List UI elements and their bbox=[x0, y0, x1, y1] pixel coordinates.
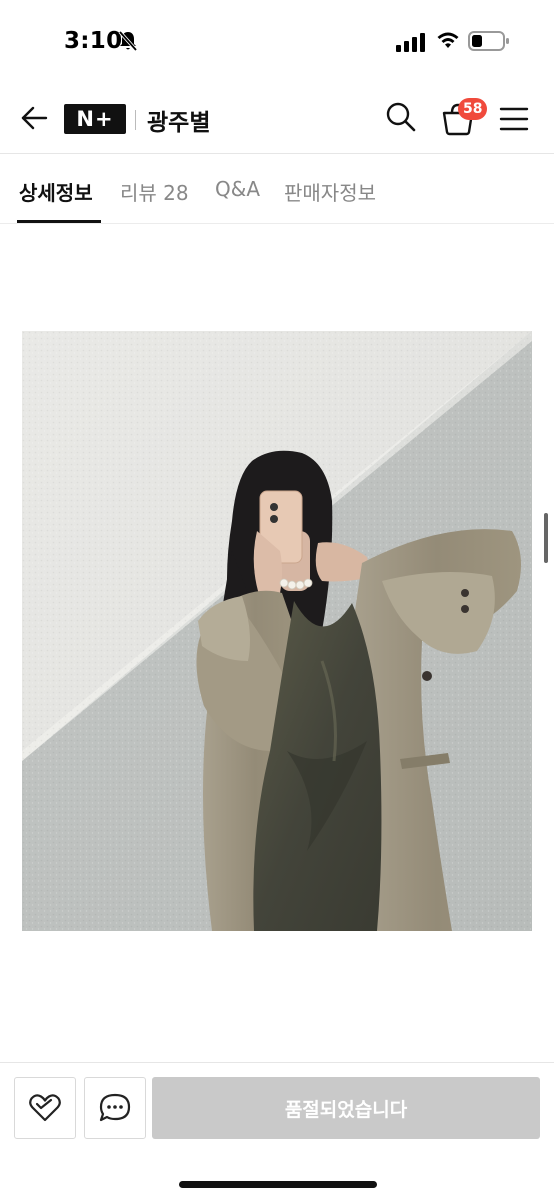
bottom-action-bar: 품절되었습니다 bbox=[0, 1062, 554, 1200]
app-header: N+ 광주별 58 bbox=[0, 82, 554, 154]
chat-icon bbox=[99, 1093, 131, 1122]
product-photo bbox=[22, 331, 532, 931]
search-icon[interactable] bbox=[384, 100, 418, 134]
wifi-icon bbox=[437, 32, 459, 48]
product-image bbox=[22, 331, 532, 931]
back-arrow-icon[interactable] bbox=[18, 102, 50, 134]
brand-logo[interactable]: N+ bbox=[64, 104, 126, 134]
chat-button[interactable] bbox=[84, 1077, 146, 1139]
tab-qna[interactable]: Q&A bbox=[215, 177, 260, 201]
tab-bar: 상세정보 리뷰 28 Q&A 판매자정보 bbox=[0, 155, 554, 224]
status-time: 3:10 bbox=[64, 28, 123, 54]
wishlist-button[interactable] bbox=[14, 1077, 76, 1139]
brand-divider bbox=[135, 110, 136, 130]
menu-icon[interactable] bbox=[498, 104, 530, 134]
store-name[interactable]: 광주별 bbox=[147, 103, 210, 137]
active-tab-indicator bbox=[17, 220, 101, 223]
cart-count-badge: 58 bbox=[458, 98, 488, 120]
heart-icon bbox=[29, 1094, 61, 1122]
bell-slash-icon bbox=[118, 30, 138, 52]
tab-reviews[interactable]: 리뷰 28 bbox=[120, 177, 189, 206]
sold-out-button: 품절되었습니다 bbox=[152, 1077, 540, 1139]
battery-icon bbox=[468, 31, 509, 51]
home-indicator[interactable] bbox=[179, 1181, 377, 1188]
signal-icon bbox=[396, 33, 425, 52]
scrollbar-thumb[interactable] bbox=[544, 513, 548, 563]
tab-details[interactable]: 상세정보 bbox=[19, 177, 93, 206]
status-bar: 3:10 bbox=[0, 0, 554, 82]
tab-seller-info[interactable]: 판매자정보 bbox=[284, 177, 376, 206]
